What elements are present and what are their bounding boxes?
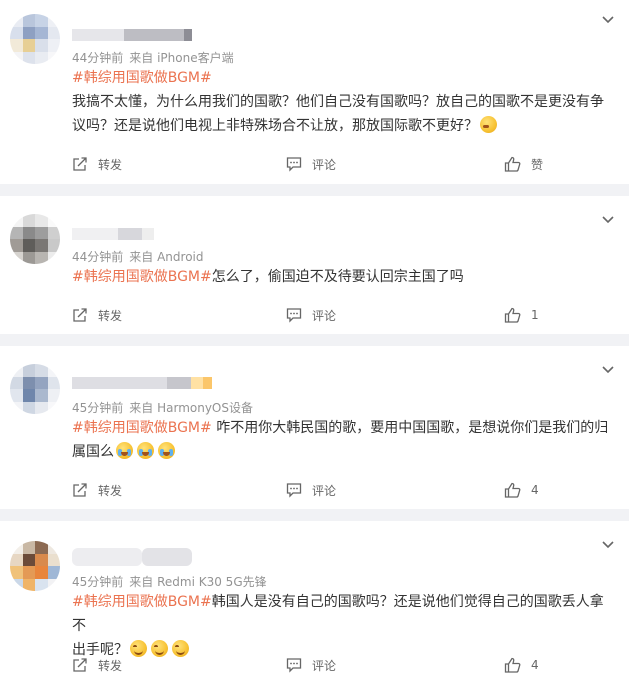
comment-line: 咋不用你大韩民国的歌，要用中国国歌，是想说你们是我们的归 (211, 420, 609, 436)
comment-icon (286, 308, 302, 323)
timestamp: 44分钟前 (72, 51, 124, 65)
comment-meta: 44分钟前 来自 Android (72, 248, 204, 265)
share-icon (73, 483, 87, 497)
topic-tag[interactable]: #韩综用国歌做BGM# (72, 269, 212, 285)
share-button[interactable]: 转发 (72, 655, 122, 675)
comment-actions: 转发 评论 赞 (72, 154, 612, 174)
comment-line: 怎么了，偷国迫不及待要认回宗主国了吗 (211, 269, 464, 285)
thumbs-up-icon (504, 657, 521, 673)
comment-line: 我搞不太懂，为什么用我们的国歌？他们自己没有国歌吗？放自己的国歌不是更没有争 (72, 94, 604, 110)
share-label: 转发 (98, 157, 123, 172)
thumbs-up-icon (504, 307, 521, 323)
comment-icon (286, 658, 302, 673)
chevron-down-icon (602, 541, 614, 549)
share-icon (73, 308, 87, 322)
username-blurred[interactable] (72, 29, 192, 41)
comment-text: #韩综用国歌做BGM#韩国人是没有自己的国歌吗？还是说他们觉得自己的国歌丢人拿不… (72, 590, 612, 662)
username-blurred[interactable] (72, 548, 192, 566)
source: 来自 Android (129, 250, 204, 264)
like-count: 4 (531, 483, 539, 497)
comment-text: #韩综用国歌做BGM# 咋不用你大韩民国的歌，要用中国国歌，是想说你们是我们的归… (72, 416, 612, 464)
timestamp: 45分钟前 (72, 575, 124, 589)
like-count: 4 (531, 658, 539, 672)
comment-meta: 44分钟前 来自 iPhone客户端 (72, 49, 234, 66)
avatar[interactable] (10, 364, 60, 414)
avatar[interactable] (10, 214, 60, 264)
more-options-button[interactable] (602, 363, 614, 375)
comment-line: 议吗？还是说他们电视上非特殊场合不让放，那放国际歌不更好？ (72, 118, 478, 134)
crying-emoji-icon (158, 442, 175, 459)
chevron-down-icon (602, 366, 614, 374)
comment-button[interactable]: 评论 (286, 655, 336, 675)
comment-button[interactable]: 评论 (286, 480, 336, 500)
like-button[interactable]: 1 (504, 305, 539, 325)
comment-actions: 转发 评论 4 (72, 480, 612, 500)
comment-line: 属国么 (72, 444, 114, 460)
share-button[interactable]: 转发 (72, 305, 122, 325)
thumbs-up-icon (504, 156, 521, 172)
comment-label: 评论 (312, 308, 337, 323)
topic-tag[interactable]: #韩综用国歌做BGM# (72, 70, 212, 86)
comment-label: 评论 (312, 658, 337, 673)
crying-emoji-icon (137, 442, 154, 459)
like-count: 1 (531, 308, 539, 322)
more-options-button[interactable] (602, 13, 614, 25)
avatar[interactable] (10, 541, 60, 591)
comment-card: 45分钟前 来自 Redmi K30 5G先锋 #韩综用国歌做BGM#韩国人是没有… (0, 521, 629, 687)
username-blurred[interactable] (72, 377, 212, 389)
comment-meta: 45分钟前 来自 HarmonyOS设备 (72, 399, 253, 416)
share-button[interactable]: 转发 (72, 154, 122, 174)
comment-label: 评论 (312, 157, 337, 172)
comment-actions: 转发 评论 4 (72, 655, 612, 675)
share-icon (73, 157, 87, 171)
like-button[interactable]: 4 (504, 480, 539, 500)
comment-button[interactable]: 评论 (286, 154, 336, 174)
source: 来自 iPhone客户端 (129, 51, 234, 65)
comment-card: 44分钟前 来自 Android #韩综用国歌做BGM#怎么了，偷国迫不及待要认回… (0, 196, 629, 334)
comment-text: #韩综用国歌做BGM#怎么了，偷国迫不及待要认回宗主国了吗 (72, 265, 612, 289)
more-options-button[interactable] (602, 538, 614, 550)
like-label: 赞 (531, 157, 544, 172)
comment-feed: 44分钟前 来自 iPhone客户端 #韩综用国歌做BGM# 我搞不太懂，为什么用… (0, 0, 629, 687)
source: 来自 HarmonyOS设备 (129, 401, 253, 415)
timestamp: 45分钟前 (72, 401, 124, 415)
crying-emoji-icon (116, 442, 133, 459)
comment-button[interactable]: 评论 (286, 305, 336, 325)
chevron-down-icon (602, 216, 614, 224)
timestamp: 44分钟前 (72, 250, 124, 264)
more-options-button[interactable] (602, 213, 614, 225)
like-button[interactable]: 4 (504, 655, 539, 675)
comment-meta: 45分钟前 来自 Redmi K30 5G先锋 (72, 573, 267, 590)
chevron-down-icon (602, 16, 614, 24)
share-label: 转发 (98, 308, 123, 323)
thumbs-up-icon (504, 482, 521, 498)
share-icon (73, 658, 87, 672)
comment-actions: 转发 评论 1 (72, 305, 612, 325)
share-label: 转发 (98, 658, 123, 673)
thinking-emoji-icon (480, 116, 497, 133)
comment-text: #韩综用国歌做BGM# 我搞不太懂，为什么用我们的国歌？他们自己没有国歌吗？放自… (72, 66, 612, 138)
topic-tag[interactable]: #韩综用国歌做BGM# (72, 420, 212, 436)
comment-icon (286, 157, 302, 172)
share-button[interactable]: 转发 (72, 480, 122, 500)
comment-icon (286, 483, 302, 498)
avatar[interactable] (10, 14, 60, 64)
comment-card: 45分钟前 来自 HarmonyOS设备 #韩综用国歌做BGM# 咋不用你大韩民国… (0, 346, 629, 509)
topic-tag[interactable]: #韩综用国歌做BGM# (72, 594, 212, 610)
share-label: 转发 (98, 483, 123, 498)
username-blurred[interactable] (72, 228, 154, 240)
like-button[interactable]: 赞 (504, 154, 543, 174)
comment-label: 评论 (312, 483, 337, 498)
comment-card: 44分钟前 来自 iPhone客户端 #韩综用国歌做BGM# 我搞不太懂，为什么用… (0, 0, 629, 184)
source: 来自 Redmi K30 5G先锋 (129, 575, 267, 589)
